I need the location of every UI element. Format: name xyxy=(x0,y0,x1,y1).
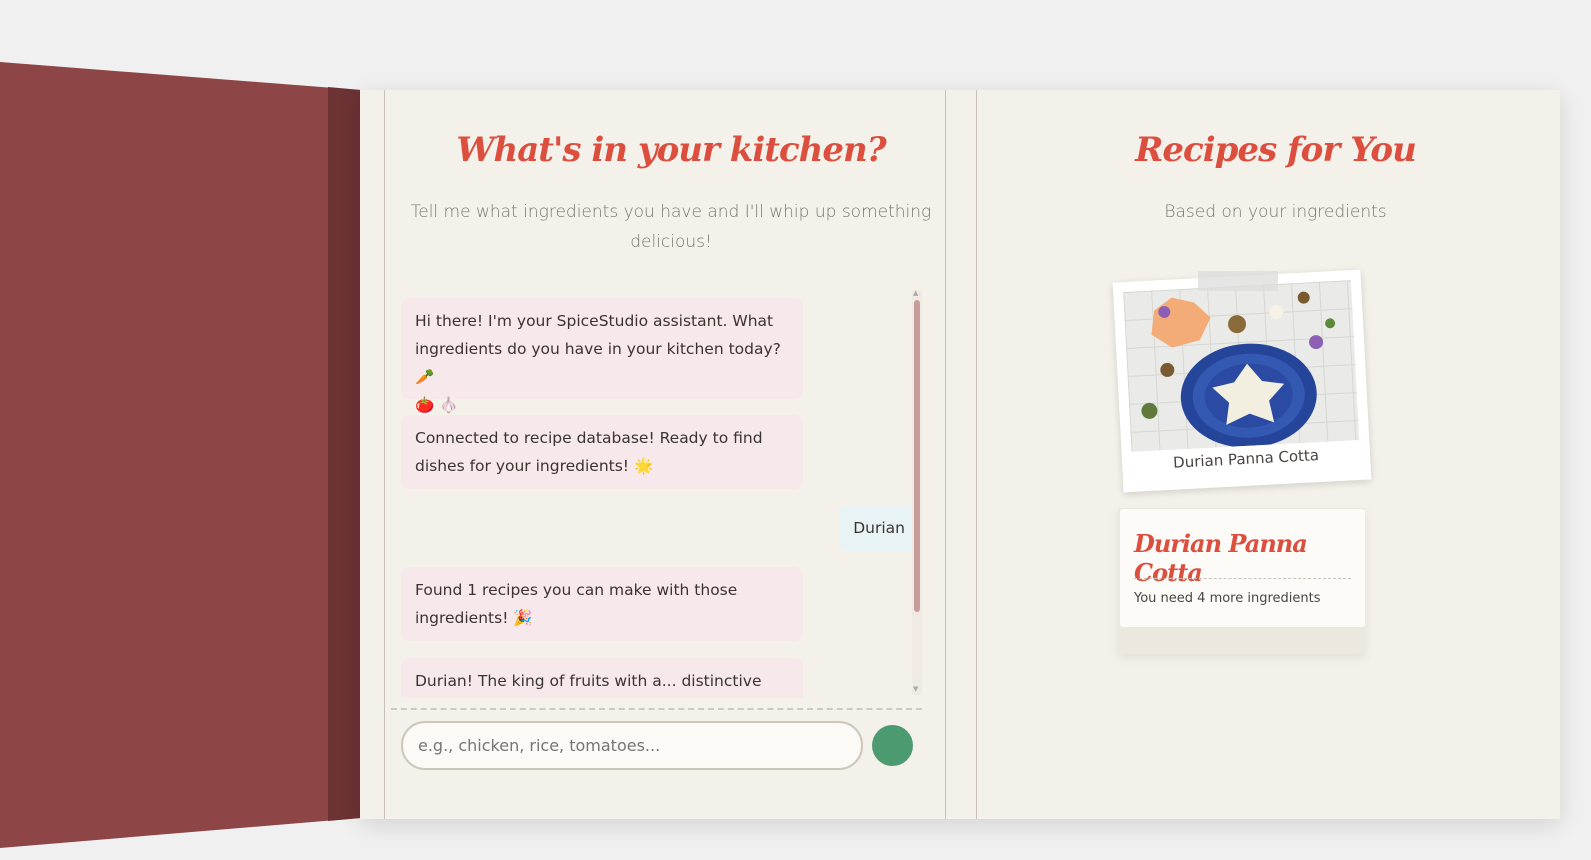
page-margin-rule xyxy=(384,90,385,819)
recipe-photo-card[interactable]: Durian Panna Cotta xyxy=(1112,269,1372,493)
message-line: ingredients do you have in your kitchen … xyxy=(415,340,781,386)
bot-message: Hi there! I'm your SpiceStudio assistant… xyxy=(401,298,803,414)
photo-tape xyxy=(1198,271,1278,291)
page-subtitle: Tell me what ingredients you have and I'… xyxy=(391,197,951,257)
message-line: ingredients! 🎉 xyxy=(415,609,533,627)
send-button[interactable] xyxy=(872,725,913,766)
page-subtitle: Based on your ingredients xyxy=(1164,202,1387,222)
bot-message: Connected to recipe database! Ready to f… xyxy=(401,415,803,489)
subtitle-line: delicious! xyxy=(630,232,712,252)
message-line: Connected to recipe database! Ready to f… xyxy=(415,429,763,447)
recipe-card[interactable]: Durian Panna Cotta You need 4 more ingre… xyxy=(1120,509,1365,627)
scroll-up-icon[interactable]: ▲ xyxy=(913,289,918,297)
ingredient-input[interactable] xyxy=(401,721,863,770)
message-line: Durian xyxy=(853,519,905,537)
subtitle-line: Tell me what ingredients you have and I'… xyxy=(410,202,932,222)
gutter-rule-right xyxy=(976,90,977,819)
bot-message: Durian! The king of fruits with a... dis… xyxy=(401,658,803,698)
message-line: dishes for your ingredients! 🌟 xyxy=(415,457,654,475)
card-divider xyxy=(1134,578,1351,579)
open-book: What's in your kitchen? Tell me what ing… xyxy=(360,90,1560,819)
chat-messages[interactable]: Hi there! I'm your SpiceStudio assistant… xyxy=(401,290,931,698)
chat-page: What's in your kitchen? Tell me what ing… xyxy=(391,90,951,819)
input-divider xyxy=(391,708,922,710)
scroll-down-icon[interactable]: ▼ xyxy=(913,685,918,693)
page-title: What's in your kitchen? xyxy=(456,130,886,170)
missing-ingredients-note: You need 4 more ingredients xyxy=(1134,591,1321,606)
message-line: Hi there! I'm your SpiceStudio assistant… xyxy=(415,312,774,330)
book-cover xyxy=(0,62,360,848)
user-message: Durian xyxy=(839,505,919,551)
book-spine xyxy=(328,87,361,821)
page-title: Recipes for You xyxy=(1135,130,1417,170)
message-line: Durian! The king of fruits with a... dis… xyxy=(415,672,762,690)
message-line: Found 1 recipes you can make with those xyxy=(415,581,738,599)
chat-scrollbar-thumb[interactable] xyxy=(914,300,920,612)
bot-message: Found 1 recipes you can make with those … xyxy=(401,567,803,641)
recipe-photo xyxy=(1123,280,1360,452)
